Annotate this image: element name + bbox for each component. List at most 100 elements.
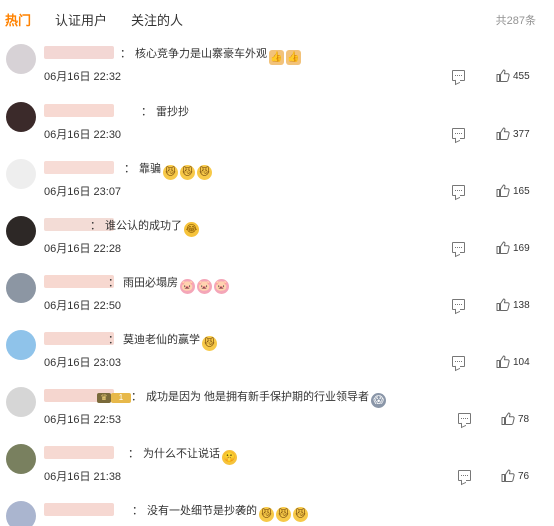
- like-count: 138: [513, 300, 530, 311]
- avatar[interactable]: [6, 330, 36, 360]
- comment-timestamp: 06月16日 22:32: [44, 71, 122, 83]
- comment-item: ：雨田必塌房 🐷 🐷 🐷 06月16日 22:50 138: [0, 265, 554, 322]
- username-redacted[interactable]: [44, 503, 114, 516]
- comment-text-line: ：核心竞争力是山寨豪车外观 👍 👍: [120, 45, 301, 65]
- cat-emoji-icon: 😼: [180, 165, 195, 180]
- like-count: 455: [513, 71, 530, 82]
- username-redacted[interactable]: [44, 104, 114, 117]
- comment-text-line: ： 为什么不让说话 🤫: [128, 445, 237, 465]
- comment-text-line: ：靠骗 😼 😼 😼: [124, 160, 212, 180]
- comment-count: 共287条: [495, 15, 536, 27]
- thumb-emoji-icon: 👍: [269, 50, 284, 65]
- reply-icon-dots: [455, 304, 462, 305]
- comment-text-line: ： 雷抄抄: [141, 103, 189, 119]
- tab-verified-users[interactable]: 认证用户: [55, 10, 107, 29]
- reply-icon[interactable]: [452, 185, 465, 196]
- comment-text: 成功是因为 他是拥有新手保护期的行业领导者: [146, 391, 370, 403]
- pig-emoji-icon: 🐷: [180, 279, 195, 294]
- like-icon[interactable]: [496, 127, 510, 140]
- avatar[interactable]: [6, 216, 36, 246]
- comment-item: ： 谁公认的成功了 😂 06月16日 22:28 169: [0, 208, 554, 265]
- reply-icon-dots: [455, 247, 462, 248]
- username-redacted[interactable]: [44, 332, 114, 345]
- comment-timestamp: 06月16日 23:03: [44, 357, 122, 369]
- like-icon[interactable]: [496, 241, 510, 254]
- avatar[interactable]: [6, 444, 36, 474]
- reply-icon[interactable]: [452, 356, 465, 367]
- avatar-image: [6, 444, 36, 474]
- like-count: 78: [518, 414, 530, 425]
- reply-icon-dots: [455, 361, 462, 362]
- like-icon[interactable]: [496, 355, 510, 368]
- cat-emoji-icon: 😼: [293, 507, 308, 522]
- reply-icon[interactable]: [452, 70, 465, 81]
- username-separator: ：: [108, 277, 119, 289]
- reply-icon[interactable]: [458, 470, 471, 481]
- comment-item: ：靠骗 😼 😼 😼 06月16日 23:07 165: [0, 151, 554, 208]
- reply-icon[interactable]: [458, 413, 471, 424]
- comment-item: ： 莫迪老仙的赢学 😼 06月16日 23:03 104: [0, 322, 554, 379]
- like-icon[interactable]: [496, 69, 510, 82]
- comment-item: ： 雷抄抄 06月16日 22:30 377: [0, 94, 554, 151]
- comment-text: 靠骗: [139, 163, 161, 175]
- like-count: 377: [513, 129, 530, 140]
- comment-item: ♛ 1： 成功是因为 他是拥有新手保护期的行业领导者 😱 06月16日 22:53 78: [0, 379, 554, 436]
- reply-icon[interactable]: [452, 242, 465, 253]
- username-separator: ：: [120, 48, 131, 60]
- avatar[interactable]: [6, 501, 36, 526]
- reply-icon-dots: [455, 133, 462, 134]
- username-redacted[interactable]: [44, 161, 114, 174]
- comment-timestamp: 06月16日 22:28: [44, 243, 122, 255]
- reply-icon-dots: [455, 75, 462, 76]
- avatar-image: [6, 102, 36, 132]
- comment-text: 核心竞争力是山寨豪车外观: [135, 48, 267, 60]
- tab-hot[interactable]: 热门: [5, 10, 31, 29]
- comment-text-line: ： 谁公认的成功了 😂: [90, 217, 199, 237]
- avatar[interactable]: [6, 44, 36, 74]
- fear-emoji-icon: 😱: [371, 393, 387, 408]
- avatar[interactable]: [6, 102, 36, 132]
- username-separator: ：: [128, 448, 139, 460]
- avatar-image: [6, 387, 36, 417]
- username-redacted[interactable]: [44, 446, 114, 459]
- username-separator: ：: [90, 220, 101, 232]
- comment-text: 雨田必塌房: [123, 277, 178, 289]
- cat-emoji-icon: 😼: [202, 336, 217, 351]
- username-redacted[interactable]: [44, 46, 114, 59]
- avatar-image: [6, 216, 36, 246]
- comment-item: ：核心竞争力是山寨豪车外观 👍 👍 06月16日 22:32 455: [0, 36, 554, 93]
- tab-following[interactable]: 关注的人: [131, 10, 183, 29]
- like-icon[interactable]: [501, 469, 515, 482]
- avatar-image: [6, 159, 36, 189]
- like-count: 76: [518, 471, 530, 482]
- comment-text: 没有一处细节是抄袭的: [147, 505, 257, 517]
- cat-emoji-icon: 😼: [197, 165, 212, 180]
- like-count: 104: [513, 357, 530, 368]
- thumb-emoji-icon: 👍: [286, 50, 301, 65]
- username-separator: ：: [141, 106, 152, 118]
- shh-emoji-icon: 🤫: [222, 450, 237, 465]
- comment-text: 莫迪老仙的赢学: [123, 334, 200, 346]
- comment-timestamp: 06月16日 21:38: [44, 471, 122, 483]
- laugh-emoji-icon: 😂: [184, 222, 199, 237]
- reply-icon[interactable]: [452, 128, 465, 139]
- avatar-image: [6, 330, 36, 360]
- avatar[interactable]: [6, 273, 36, 303]
- comment-text-line: ： 莫迪老仙的赢学 😼: [108, 331, 217, 351]
- reply-icon[interactable]: [452, 299, 465, 310]
- comment-item: ： 为什么不让说话 🤫 06月16日 21:38 76: [0, 436, 554, 493]
- username-redacted[interactable]: [44, 275, 114, 288]
- like-icon[interactable]: [496, 184, 510, 197]
- like-count: 165: [513, 186, 530, 197]
- reply-icon-dots: [455, 190, 462, 191]
- avatar[interactable]: [6, 387, 36, 417]
- like-icon[interactable]: [501, 412, 515, 425]
- pig-emoji-icon: 🐷: [214, 279, 229, 294]
- username-separator: ：: [124, 163, 135, 175]
- comment-tabs: 热门 认证用户 关注的人 共287条: [0, 0, 554, 36]
- reply-icon-dots: [461, 418, 468, 419]
- level-badge-icon: 1: [111, 393, 131, 403]
- like-icon[interactable]: [496, 298, 510, 311]
- comment-text: 为什么不让说话: [143, 448, 220, 460]
- avatar[interactable]: [6, 159, 36, 189]
